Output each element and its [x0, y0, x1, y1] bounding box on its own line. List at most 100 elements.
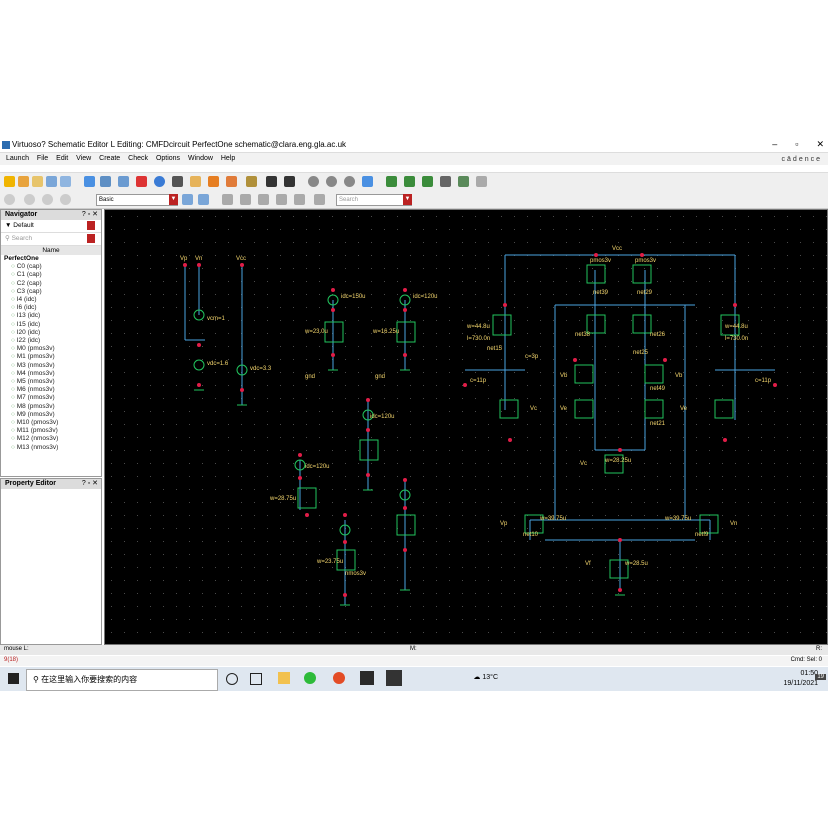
tree-item[interactable]: M7 (nmos3v) [4, 394, 101, 402]
cursor-icon[interactable] [258, 194, 269, 205]
chevron-down-icon[interactable]: ▼ [169, 194, 178, 205]
file-explorer-icon[interactable] [278, 672, 290, 684]
tree-item[interactable]: M13 (nmos3v) [4, 444, 101, 452]
tree-item[interactable]: M11 (pmos3v) [4, 427, 101, 435]
save-as-icon[interactable] [60, 176, 71, 187]
menu-check[interactable]: Check [128, 155, 148, 162]
menu-edit[interactable]: Edit [56, 155, 68, 162]
cortana-icon[interactable] [226, 673, 238, 685]
menu-create[interactable]: Create [99, 155, 120, 162]
close-button[interactable]: ✕ [816, 139, 824, 150]
save-icon[interactable] [46, 176, 57, 187]
tree-item[interactable]: C0 (cap) [4, 263, 101, 271]
minimize-button[interactable]: – [772, 139, 777, 150]
undo-icon[interactable] [208, 176, 219, 187]
tree-item[interactable]: I6 (idc) [4, 304, 101, 312]
menu-window[interactable]: Window [188, 155, 213, 162]
tree-item[interactable]: M5 (nmos3v) [4, 378, 101, 386]
cursor-plus-icon[interactable] [276, 194, 287, 205]
tree-item[interactable]: C2 (cap) [4, 280, 101, 288]
tree-item[interactable]: I13 (idc) [4, 312, 101, 320]
task-view-icon[interactable] [250, 673, 262, 685]
chevron-down-icon[interactable] [87, 234, 95, 243]
zoom-out-icon[interactable] [326, 176, 337, 187]
tree-item[interactable]: M8 (pmos3v) [4, 403, 101, 411]
chevron-down-icon[interactable] [87, 221, 95, 230]
panel-controls-icon[interactable]: ? ▫ ✕ [82, 210, 98, 220]
tree-root[interactable]: PerfectOne [4, 255, 101, 263]
check-save-icon[interactable] [386, 176, 397, 187]
panel-controls-icon[interactable]: ? ▫ ✕ [82, 479, 98, 489]
copy-icon[interactable] [100, 176, 111, 187]
tree-item[interactable]: C1 (cap) [4, 271, 101, 279]
open-icon[interactable] [18, 176, 29, 187]
layers-icon[interactable] [182, 194, 193, 205]
tree-item[interactable]: I22 (idc) [4, 337, 101, 345]
menu-file[interactable]: File [37, 155, 48, 162]
select-icon[interactable] [222, 194, 233, 205]
view-combo[interactable]: Basic ▼ [96, 194, 178, 206]
tree-item[interactable]: M4 (nmos3v) [4, 370, 101, 378]
tree-item[interactable]: M1 (pmos3v) [4, 353, 101, 361]
search-combo[interactable]: Search ▼ [336, 194, 412, 206]
maximize-button[interactable]: ▫ [795, 139, 798, 150]
remote-desktop-icon[interactable] [360, 671, 374, 685]
taskbar-search[interactable]: ⚲ 在这里输入你要搜索的内容 [26, 669, 218, 691]
new-icon[interactable] [4, 176, 15, 187]
windows-start-icon[interactable] [8, 673, 19, 684]
menu-view[interactable]: View [76, 155, 91, 162]
descend-icon[interactable] [422, 176, 433, 187]
wire-icon[interactable] [246, 176, 257, 187]
chevron-down-icon[interactable]: ▼ [403, 194, 412, 205]
tree-item[interactable]: M6 (nmos3v) [4, 386, 101, 394]
tree-item[interactable]: I15 (idc) [4, 321, 101, 329]
menu-launch[interactable]: Launch [6, 155, 29, 162]
wechat-icon[interactable] [304, 672, 316, 684]
clock-time[interactable]: 01:50 [783, 669, 818, 679]
tree-item[interactable]: M10 (pmos3v) [4, 419, 101, 427]
navigator-search[interactable]: ⚲ Search [1, 233, 101, 246]
notification-badge[interactable]: 19 [815, 674, 826, 680]
tree-item[interactable]: C3 (cap) [4, 288, 101, 296]
radio-icon[interactable] [24, 194, 35, 205]
filter-icon[interactable] [198, 194, 209, 205]
label-icon[interactable] [190, 176, 201, 187]
tree-item[interactable]: I20 (idc) [4, 329, 101, 337]
tree-item[interactable]: M0 (pmos3v) [4, 345, 101, 353]
radio-icon[interactable] [60, 194, 71, 205]
tree-item[interactable]: I4 (idc) [4, 296, 101, 304]
tree-item[interactable]: M12 (nmos3v) [4, 435, 101, 443]
properties-icon[interactable] [154, 176, 165, 187]
delete-icon[interactable] [136, 176, 147, 187]
cadence-app-icon[interactable] [386, 670, 402, 686]
radio-icon[interactable] [4, 194, 15, 205]
chrome-icon[interactable] [333, 672, 345, 684]
weather-widget[interactable]: ☁ 13°C [473, 673, 498, 683]
tree-item[interactable]: M3 (nmos3v) [4, 362, 101, 370]
name-column-header[interactable]: Name [1, 246, 101, 255]
zoom-fit-icon[interactable] [344, 176, 355, 187]
zoom-select-icon[interactable] [362, 176, 373, 187]
route-icon[interactable] [440, 176, 451, 187]
clock-date[interactable]: 19/11/2021 [783, 679, 818, 689]
menu-options[interactable]: Options [156, 155, 180, 162]
folder-icon[interactable] [32, 176, 43, 187]
stretch-icon[interactable] [118, 176, 129, 187]
navigator-filter[interactable]: ▼ Default [1, 220, 101, 233]
print-icon[interactable] [314, 194, 325, 205]
note-icon[interactable] [476, 176, 487, 187]
menu-help[interactable]: Help [221, 155, 235, 162]
text-icon[interactable] [172, 176, 183, 187]
tree-item[interactable]: M9 (nmos3v) [4, 411, 101, 419]
radio-icon[interactable] [42, 194, 53, 205]
font-up-icon[interactable] [266, 176, 277, 187]
hierarchy-up-icon[interactable] [404, 176, 415, 187]
font-down-icon[interactable] [284, 176, 295, 187]
redo-icon[interactable] [226, 176, 237, 187]
pan-icon[interactable] [294, 194, 305, 205]
zoom-in-icon[interactable] [308, 176, 319, 187]
pin-icon[interactable] [458, 176, 469, 187]
area-select-icon[interactable] [240, 194, 251, 205]
schematic-canvas[interactable]: Vp Vn Vcc vcm=1 vdc=1.6 vdc=3.3 idc=150u… [104, 209, 828, 645]
move-icon[interactable] [84, 176, 95, 187]
